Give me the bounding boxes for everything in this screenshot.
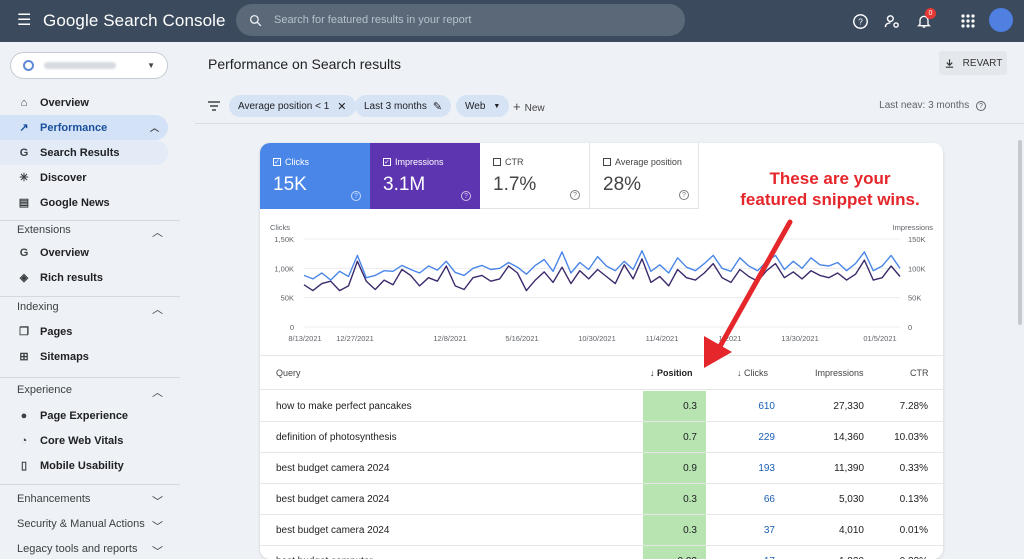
annotation-arrow (704, 219, 793, 368)
scrollbar[interactable] (1018, 140, 1022, 325)
